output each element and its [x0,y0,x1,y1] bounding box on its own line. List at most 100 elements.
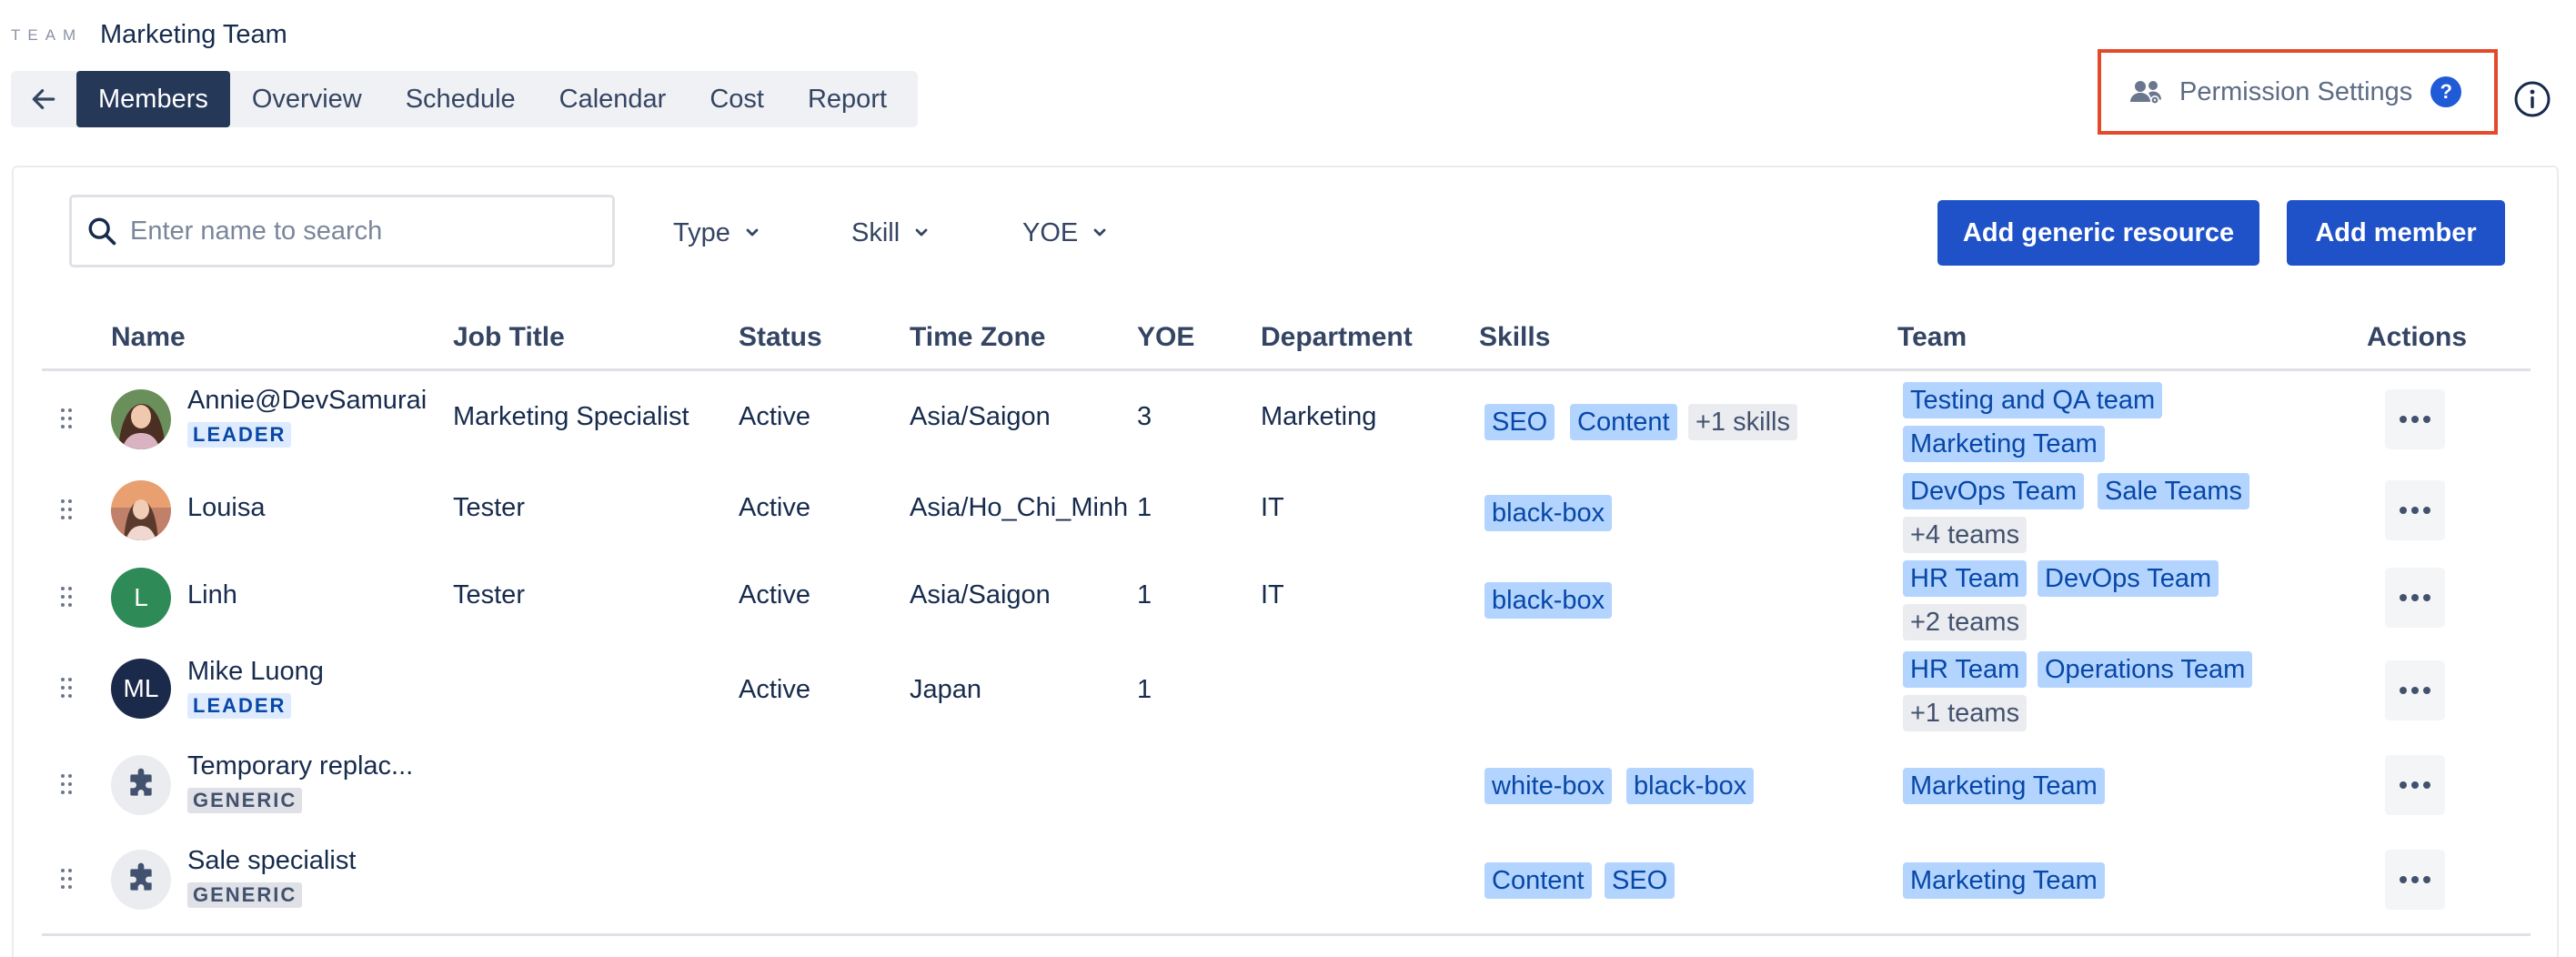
more-horizontal-icon [2400,594,2430,601]
skill-tag: black-box [1626,768,1755,804]
skill-tag: white-box [1484,768,1613,804]
search-box[interactable] [69,195,615,267]
status-cell: Active [739,493,810,522]
generic-badge: GENERIC [187,882,303,908]
column-header-department[interactable]: Department [1261,322,1413,353]
chevron-down-icon [746,228,759,237]
more-horizontal-icon [2400,416,2430,423]
status-cell: Active [739,402,810,431]
column-header-skills[interactable]: Skills [1479,322,1550,353]
member-name[interactable]: Mike Luong [187,657,324,687]
table-row[interactable]: Louisa Tester Active Asia/Ho_Chi_Minh 1 … [42,464,2531,555]
table-row[interactable]: Temporary replac... GENERIC white-box bl… [42,737,2531,831]
teams-more-tag[interactable]: +4 teams [1903,517,2028,553]
drag-handle-icon[interactable] [60,773,73,795]
drag-handle-icon[interactable] [60,586,73,608]
more-horizontal-icon [2400,876,2430,883]
drag-handle-icon[interactable] [60,499,73,520]
team-tag: DevOps Team [2038,560,2219,597]
column-header-job-title[interactable]: Job Title [453,322,565,353]
info-icon[interactable] [2513,80,2551,118]
job-title-cell: Marketing Specialist [453,402,689,431]
time-zone-cell: Asia/Saigon [910,402,1051,431]
column-header-status[interactable]: Status [739,322,822,353]
tab-schedule[interactable]: Schedule [384,71,538,127]
avatar: L [111,568,171,628]
back-button[interactable] [11,71,76,127]
member-name[interactable]: Sale specialist [187,846,356,876]
tab-report[interactable]: Report [786,71,909,127]
permission-settings-button[interactable]: Permission Settings ? [2098,49,2498,135]
member-name[interactable]: Annie@DevSamurai [187,386,427,416]
team-tag: Testing and QA team [1903,382,2163,418]
teams-more-tag[interactable]: +2 teams [1903,604,2028,640]
team-tag: Marketing Team [1903,426,2105,462]
search-icon [88,217,116,246]
team-tag: HR Team [1903,651,2028,688]
leader-badge: LEADER [187,422,292,448]
member-name[interactable]: Linh [187,580,237,610]
teams-more-tag[interactable]: +1 teams [1903,695,2028,731]
skill-tag: Content [1570,404,1677,440]
column-header-team[interactable]: Team [1897,322,1967,353]
table-row[interactable]: L Linh Tester Active Asia/Saigon 1 IT bl… [42,551,2531,642]
drag-handle-icon[interactable] [60,408,73,429]
avatar [111,755,171,815]
drag-handle-icon[interactable] [60,677,73,699]
time-zone-cell: Asia/Saigon [910,580,1051,609]
type-filter[interactable]: Type [673,206,760,260]
member-name[interactable]: Louisa [187,493,265,523]
status-cell: Active [739,580,810,609]
team-label: TEAM [11,26,84,44]
team-tag: Sale Teams [2098,473,2249,509]
skills-more-tag[interactable]: +1 skills [1688,404,1797,440]
users-icon [2130,81,2161,105]
skill-tag: SEO [1605,862,1675,899]
drag-handle-icon[interactable] [60,868,73,890]
permission-settings-label: Permission Settings [2179,76,2413,106]
tab-bar: Members Overview Schedule Calendar Cost … [11,71,919,127]
skill-filter[interactable]: Skill [851,206,929,260]
yoe-filter[interactable]: YOE [1022,206,1107,260]
row-actions-button[interactable] [2385,480,2445,540]
avatar [111,389,171,449]
team-name: Marketing Team [100,20,287,49]
team-tag: Marketing Team [1903,768,2105,804]
add-generic-resource-button[interactable]: Add generic resource [1937,200,2259,266]
avatar: ML [111,659,171,719]
add-member-button[interactable]: Add member [2287,200,2505,266]
team-tag: DevOps Team [1903,473,2085,509]
table-row[interactable]: ML Mike Luong LEADER Active Japan 1 HR T… [42,642,2531,733]
chevron-down-icon [1093,228,1106,237]
table-row[interactable]: Annie@DevSamurai LEADER Marketing Specia… [42,373,2531,464]
yoe-filter-label: YOE [1022,217,1079,247]
row-actions-button[interactable] [2385,850,2445,910]
puzzle-icon [130,862,152,891]
table-row[interactable]: Sale specialist GENERIC Content SEO Mark… [42,831,2531,926]
column-header-time-zone[interactable]: Time Zone [910,322,1045,353]
member-name[interactable]: Temporary replac... [187,751,413,781]
tab-overview[interactable]: Overview [230,71,384,127]
more-horizontal-icon [2400,687,2430,694]
row-actions-button[interactable] [2385,755,2445,815]
tab-cost[interactable]: Cost [688,71,786,127]
table-bottom-divider [42,933,2531,936]
tab-members[interactable]: Members [76,71,230,127]
avatar-photo [111,389,171,449]
job-title-cell: Tester [453,493,525,522]
tab-calendar[interactable]: Calendar [538,71,689,127]
help-icon[interactable]: ? [2430,76,2462,107]
row-actions-button[interactable] [2385,568,2445,628]
skill-tag: black-box [1484,582,1613,619]
row-actions-button[interactable] [2385,389,2445,449]
avatar-photo [111,480,171,540]
column-header-name[interactable]: Name [111,322,186,353]
row-actions-button[interactable] [2385,660,2445,720]
column-header-yoe[interactable]: YOE [1137,322,1194,353]
status-cell: Active [739,675,810,704]
table-header-divider [42,368,2531,371]
search-input[interactable] [130,216,585,247]
page-header: TEAM Marketing Team Members Overview Sch… [0,0,2576,136]
leader-badge: LEADER [187,693,292,719]
skill-tag: black-box [1484,495,1613,531]
